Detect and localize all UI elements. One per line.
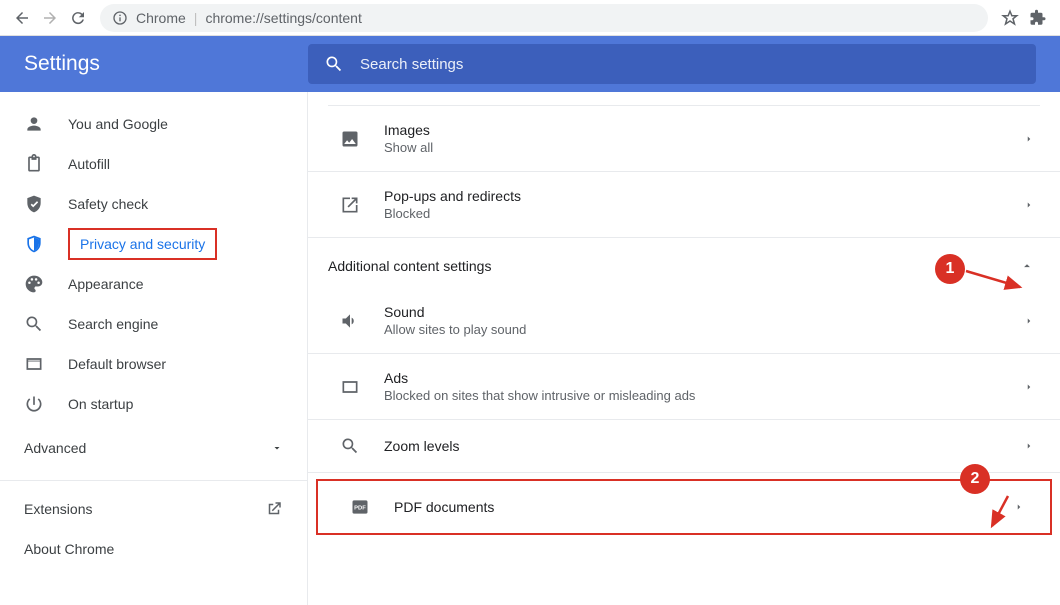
ads-icon: [340, 377, 360, 397]
settings-header: Settings: [0, 36, 1060, 92]
annotation-2-text: 2: [971, 470, 980, 488]
caret-down-icon: [271, 442, 283, 454]
sound-icon: [340, 311, 360, 331]
chevron-right-icon: [1024, 200, 1034, 210]
sidebar-item-label: Default browser: [68, 356, 166, 372]
chevron-right-icon: [1024, 382, 1034, 392]
browser-name: Chrome: [136, 10, 186, 26]
zoom-icon: [340, 436, 360, 456]
sidebar-item-default-browser[interactable]: Default browser: [0, 344, 307, 384]
star-icon: [1001, 9, 1019, 27]
sidebar: You and Google Autofill Safety check Pri…: [0, 92, 308, 605]
sidebar-item-label: Safety check: [68, 196, 148, 212]
search-settings-box[interactable]: [308, 44, 1036, 84]
setting-row-pdf-documents[interactable]: PDF PDF documents: [316, 479, 1052, 535]
annotation-badge-1: 1: [935, 254, 965, 284]
row-title: Ads: [384, 370, 1024, 386]
advanced-label: Advanced: [24, 440, 86, 456]
addr-divider: |: [194, 10, 198, 26]
sidebar-item-appearance[interactable]: Appearance: [0, 264, 307, 304]
address-bar[interactable]: Chrome | chrome://settings/content: [100, 4, 988, 32]
annotation-badge-2: 2: [960, 464, 990, 494]
sidebar-item-search-engine[interactable]: Search engine: [0, 304, 307, 344]
setting-row-sound[interactable]: Sound Allow sites to play sound: [308, 288, 1060, 354]
main-content: Images Show all Pop-ups and redirects Bl…: [308, 92, 1060, 605]
sidebar-advanced[interactable]: Advanced: [0, 424, 307, 472]
svg-text:PDF: PDF: [354, 506, 366, 512]
person-icon: [24, 114, 44, 134]
palette-icon: [24, 274, 44, 294]
sidebar-item-label: Search engine: [68, 316, 158, 332]
setting-row-ads[interactable]: Ads Blocked on sites that show intrusive…: [308, 354, 1060, 420]
image-icon: [340, 129, 360, 149]
arrow-right-icon: [41, 9, 59, 27]
sidebar-item-extensions[interactable]: Extensions: [0, 489, 307, 529]
power-icon: [24, 394, 44, 414]
shield-icon: [24, 234, 44, 254]
row-title: Images: [384, 122, 1024, 138]
reload-icon: [69, 9, 87, 27]
row-sub: Blocked: [384, 206, 1024, 221]
sidebar-item-label: You and Google: [68, 116, 168, 132]
search-settings-input[interactable]: [360, 56, 1020, 73]
bookmark-button[interactable]: [996, 4, 1024, 32]
url-text: chrome://settings/content: [205, 10, 361, 26]
sidebar-divider: [0, 480, 307, 481]
search-icon: [24, 314, 44, 334]
sidebar-item-label: Autofill: [68, 156, 110, 172]
annotation-arrow-2: [980, 492, 1020, 534]
browser-toolbar: Chrome | chrome://settings/content: [0, 0, 1060, 36]
pdf-icon: PDF: [350, 497, 370, 517]
sidebar-item-you-and-google[interactable]: You and Google: [0, 104, 307, 144]
row-sub: Show all: [384, 140, 1024, 155]
back-button[interactable]: [8, 4, 36, 32]
row-title: PDF documents: [394, 499, 1014, 515]
sidebar-item-safety-check[interactable]: Safety check: [0, 184, 307, 224]
chevron-right-icon: [1024, 316, 1034, 326]
popup-icon: [340, 195, 360, 215]
about-label: About Chrome: [24, 541, 114, 557]
clipboard-icon: [24, 154, 44, 174]
sidebar-item-autofill[interactable]: Autofill: [0, 144, 307, 184]
info-icon: [112, 10, 128, 26]
shield-check-icon: [24, 194, 44, 214]
annotation-arrow-1: [962, 267, 1030, 295]
reload-button[interactable]: [64, 4, 92, 32]
annotation-1-text: 1: [946, 260, 955, 278]
row-sub: Blocked on sites that show intrusive or …: [384, 388, 1024, 403]
sidebar-item-label: Privacy and security: [68, 228, 217, 260]
sidebar-item-privacy-security[interactable]: Privacy and security: [0, 224, 307, 264]
sidebar-item-label: On startup: [68, 396, 133, 412]
setting-row-images[interactable]: Images Show all: [308, 106, 1060, 172]
chevron-right-icon: [1024, 134, 1034, 144]
extensions-label: Extensions: [24, 501, 92, 517]
sidebar-item-label: Appearance: [68, 276, 144, 292]
browser-icon: [24, 354, 44, 374]
settings-title: Settings: [24, 52, 308, 76]
chevron-right-icon: [1024, 441, 1034, 451]
sidebar-item-about-chrome[interactable]: About Chrome: [0, 529, 307, 569]
extensions-button[interactable]: [1024, 4, 1052, 32]
row-title: Sound: [384, 304, 1024, 320]
puzzle-icon: [1029, 9, 1047, 27]
partial-row: [328, 92, 1040, 106]
forward-button[interactable]: [36, 4, 64, 32]
search-icon: [324, 54, 344, 74]
row-sub: Allow sites to play sound: [384, 322, 1024, 337]
external-link-icon: [265, 500, 283, 518]
section-header-label: Additional content settings: [328, 258, 491, 274]
sidebar-item-on-startup[interactable]: On startup: [0, 384, 307, 424]
arrow-left-icon: [13, 9, 31, 27]
row-title: Zoom levels: [384, 438, 1024, 454]
setting-row-zoom-levels[interactable]: Zoom levels: [308, 420, 1060, 473]
row-title: Pop-ups and redirects: [384, 188, 1024, 204]
setting-row-popups[interactable]: Pop-ups and redirects Blocked: [308, 172, 1060, 238]
